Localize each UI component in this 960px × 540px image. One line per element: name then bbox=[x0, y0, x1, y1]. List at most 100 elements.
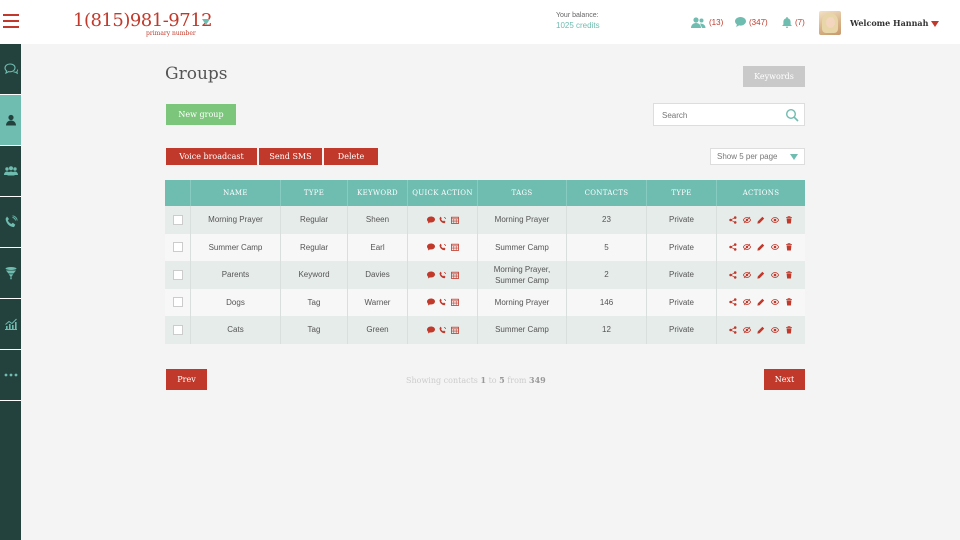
edit-icon[interactable] bbox=[757, 298, 765, 306]
hide-icon[interactable] bbox=[743, 298, 751, 306]
share-icon[interactable] bbox=[729, 271, 737, 279]
share-icon[interactable] bbox=[729, 216, 737, 224]
table-row[interactable]: Dogs Tag Warner Morning Prayer 146 Private bbox=[165, 288, 805, 316]
primary-phone-number[interactable]: 1(815)981-9712 bbox=[73, 10, 213, 31]
delete-button[interactable]: Delete bbox=[324, 148, 378, 165]
call-icon[interactable] bbox=[439, 216, 447, 224]
contacts-stat[interactable]: (13) bbox=[691, 16, 723, 28]
view-icon[interactable] bbox=[771, 216, 779, 224]
table-row[interactable]: Morning Prayer Regular Sheen Morning Prayer… bbox=[165, 206, 805, 234]
edit-icon[interactable] bbox=[757, 326, 765, 334]
primary-number-label: primary number bbox=[146, 30, 196, 37]
share-icon[interactable] bbox=[729, 326, 737, 334]
trash-icon[interactable] bbox=[785, 215, 793, 224]
hamburger-menu-icon[interactable] bbox=[3, 14, 19, 30]
calendar-icon[interactable] bbox=[450, 326, 459, 334]
column-header-privacy[interactable]: TYPE bbox=[647, 180, 717, 206]
cell-actions bbox=[717, 234, 805, 262]
contacts-count: (13) bbox=[709, 17, 724, 27]
notifications-stat[interactable]: (7) bbox=[782, 16, 805, 28]
hide-icon[interactable] bbox=[743, 271, 751, 279]
hide-icon[interactable] bbox=[743, 216, 751, 224]
chevron-down-icon bbox=[790, 154, 798, 160]
sidebar-item-more[interactable] bbox=[0, 350, 21, 401]
search-icon[interactable] bbox=[785, 108, 799, 122]
trash-icon[interactable] bbox=[785, 325, 793, 334]
column-header-contacts[interactable]: CONTACTS bbox=[567, 180, 647, 206]
message-icon[interactable] bbox=[426, 216, 435, 224]
edit-icon[interactable] bbox=[757, 271, 765, 279]
sidebar-item-messages[interactable] bbox=[0, 44, 21, 95]
table-row[interactable]: Parents Keyword Davies Morning Prayer, Summ… bbox=[165, 261, 805, 289]
user-menu-caret-icon[interactable] bbox=[931, 21, 939, 27]
column-header-type[interactable]: TYPE bbox=[281, 180, 348, 206]
welcome-user[interactable]: Welcome Hannah bbox=[850, 18, 928, 28]
new-group-button[interactable]: New group bbox=[166, 104, 236, 125]
phone-dropdown-caret-icon[interactable] bbox=[202, 19, 210, 25]
row-checkbox[interactable] bbox=[172, 297, 183, 308]
sidebar-item-contacts[interactable] bbox=[0, 95, 21, 146]
chat-icon bbox=[3, 63, 18, 75]
showing-to-index: 5 bbox=[499, 375, 505, 385]
message-icon[interactable] bbox=[426, 271, 435, 279]
view-icon[interactable] bbox=[771, 243, 779, 251]
sidebar-item-analytics[interactable] bbox=[0, 299, 21, 350]
row-checkbox[interactable] bbox=[172, 214, 183, 225]
keywords-button[interactable]: Keywords bbox=[743, 66, 805, 87]
hide-icon[interactable] bbox=[743, 326, 751, 334]
sidebar-item-calls[interactable] bbox=[0, 197, 21, 248]
table-row[interactable]: Cats Tag Green Summer Camp 12 Private bbox=[165, 316, 805, 344]
row-checkbox[interactable] bbox=[172, 269, 183, 280]
send-sms-button[interactable]: Send SMS bbox=[259, 148, 322, 165]
cell-actions bbox=[717, 316, 805, 344]
avatar[interactable] bbox=[819, 11, 841, 35]
hide-icon[interactable] bbox=[743, 243, 751, 251]
message-icon[interactable] bbox=[426, 298, 435, 306]
calendar-icon[interactable] bbox=[450, 271, 459, 279]
search-input[interactable] bbox=[662, 109, 780, 121]
messages-stat[interactable]: (347) bbox=[735, 16, 768, 28]
cell-quick-actions bbox=[408, 233, 478, 261]
voice-broadcast-button[interactable]: Voice broadcast bbox=[166, 148, 257, 165]
edit-icon[interactable] bbox=[757, 243, 765, 251]
call-icon[interactable] bbox=[439, 271, 447, 279]
trash-icon[interactable] bbox=[785, 243, 793, 251]
per-page-select[interactable]: Show 5 per page bbox=[710, 148, 805, 165]
row-checkbox[interactable] bbox=[172, 242, 183, 253]
next-button[interactable]: Next bbox=[764, 369, 805, 390]
page-title: Groups bbox=[165, 64, 228, 84]
cell-quick-actions bbox=[408, 316, 478, 344]
row-select-cell bbox=[165, 288, 191, 316]
column-header-keyword[interactable]: KEYWORD bbox=[348, 180, 408, 206]
calendar-icon[interactable] bbox=[450, 298, 459, 307]
call-icon[interactable] bbox=[439, 298, 447, 306]
calendar-icon[interactable] bbox=[450, 243, 459, 252]
row-checkbox[interactable] bbox=[172, 324, 183, 335]
message-icon[interactable] bbox=[426, 326, 435, 334]
showing-total: 349 bbox=[529, 375, 546, 385]
message-bubble-icon bbox=[735, 17, 746, 27]
view-icon[interactable] bbox=[771, 326, 779, 334]
message-icon[interactable] bbox=[426, 243, 435, 251]
call-icon[interactable] bbox=[439, 326, 447, 334]
cell-privacy: Private bbox=[647, 206, 717, 234]
view-icon[interactable] bbox=[771, 298, 779, 306]
view-icon[interactable] bbox=[771, 271, 779, 279]
edit-icon[interactable] bbox=[757, 216, 765, 224]
trash-icon[interactable] bbox=[785, 298, 793, 306]
groups-table: NAME TYPE KEYWORD QUICK ACTION TAGS CONT… bbox=[165, 180, 805, 344]
sidebar-item-groups[interactable] bbox=[0, 146, 21, 197]
sidebar-item-funnels[interactable] bbox=[0, 248, 21, 299]
share-icon[interactable] bbox=[729, 243, 737, 251]
share-icon[interactable] bbox=[729, 298, 737, 306]
cell-name: Summer Camp bbox=[191, 233, 281, 261]
calendar-icon[interactable] bbox=[450, 216, 459, 224]
call-icon[interactable] bbox=[439, 243, 447, 251]
trash-icon[interactable] bbox=[785, 270, 793, 279]
table-row[interactable]: Summer Camp Regular Earl Summer Camp 5 Privat… bbox=[165, 233, 805, 262]
column-header-name[interactable]: NAME bbox=[191, 180, 281, 206]
column-header-tags[interactable]: TAGS bbox=[478, 180, 567, 206]
top-bar: 1(815)981-9712 primary number Your balan… bbox=[0, 0, 960, 44]
prev-button[interactable]: Prev bbox=[166, 369, 207, 390]
cell-privacy: Private bbox=[647, 261, 717, 289]
